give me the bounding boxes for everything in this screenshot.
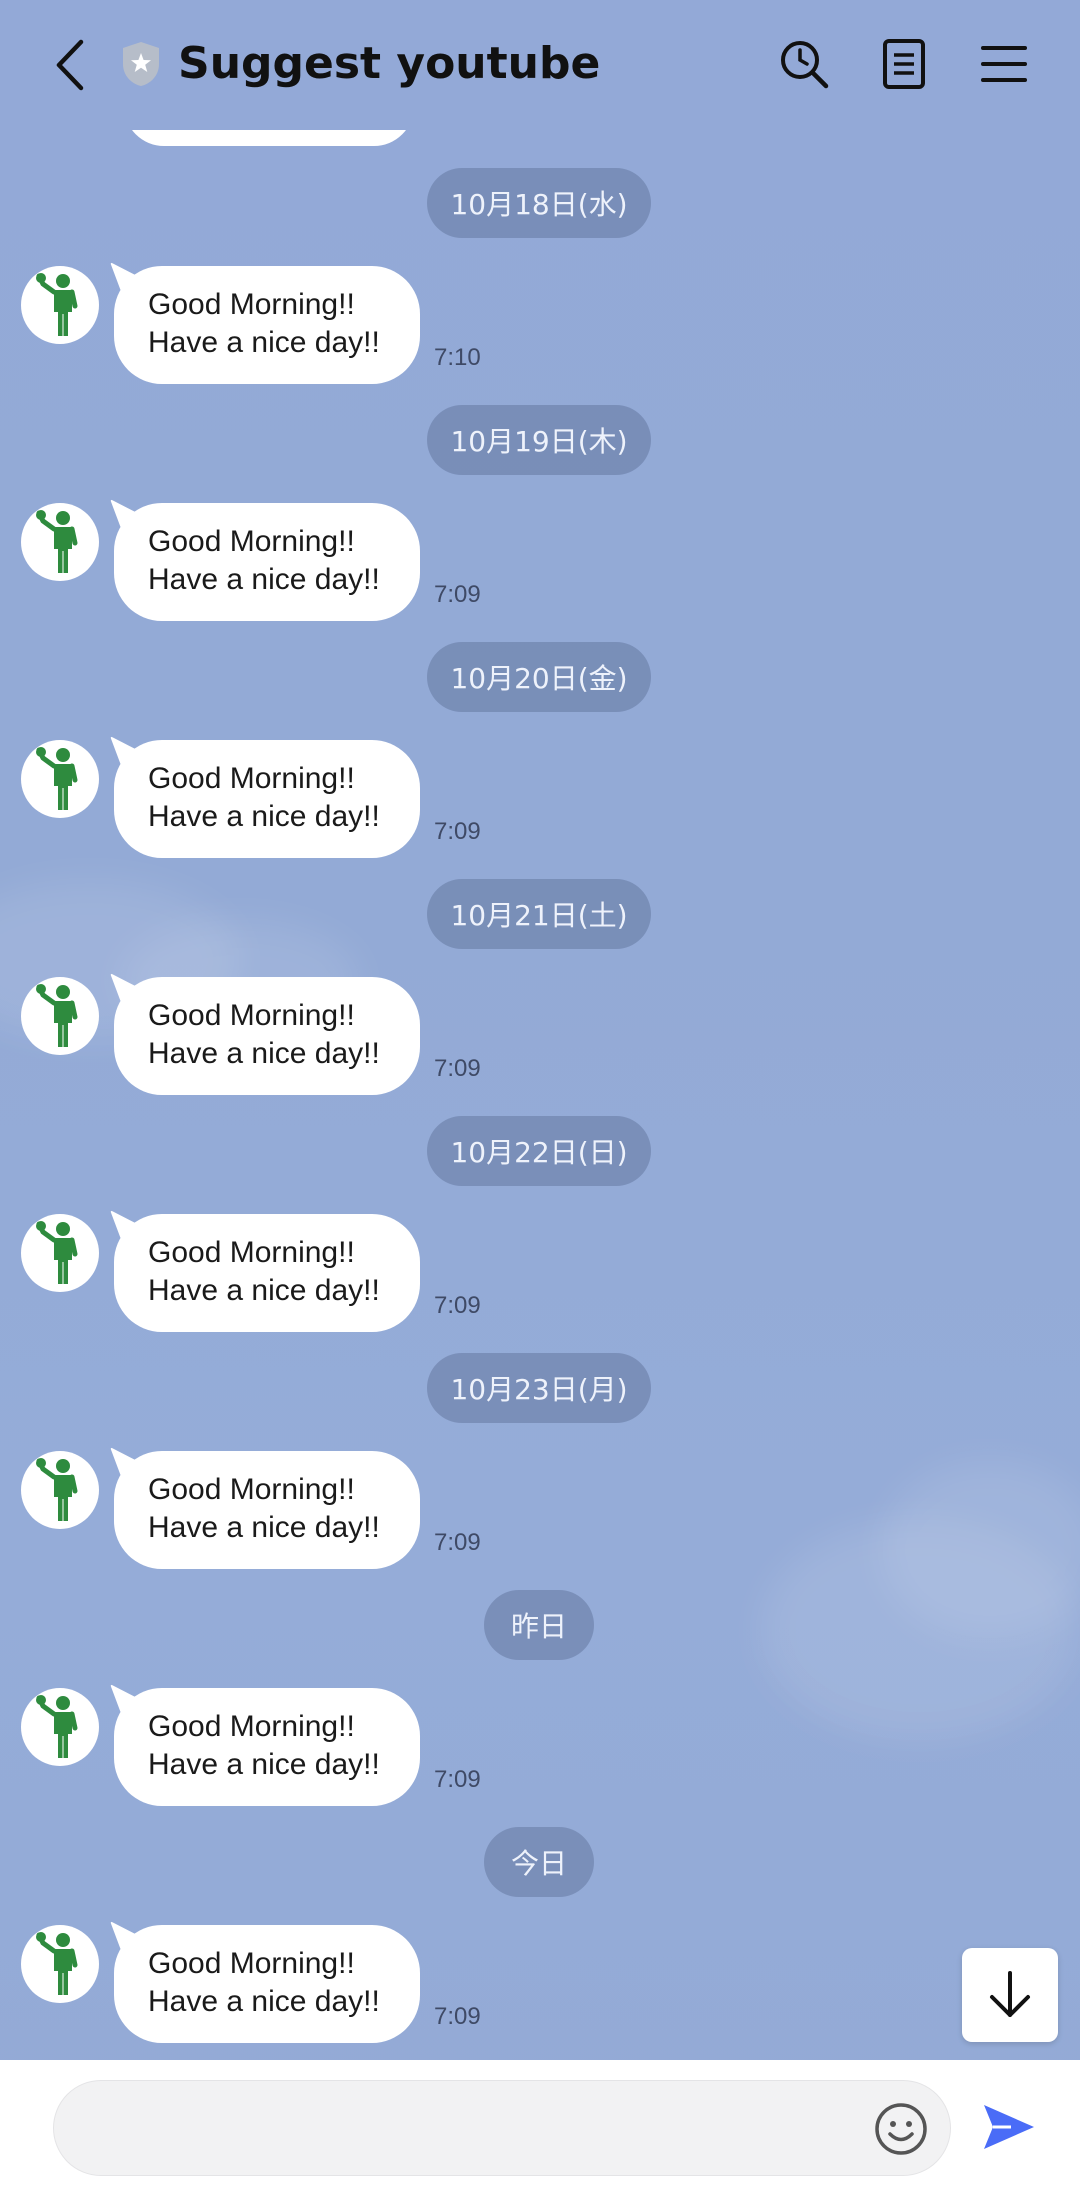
message-bubble[interactable]: Good Morning!! Have a nice day!!	[114, 1451, 420, 1569]
message-text-line: Have a nice day!!	[148, 800, 380, 833]
message-text-line: Have a nice day!!	[148, 1274, 380, 1307]
search-button[interactable]	[776, 36, 832, 92]
notes-icon	[883, 39, 925, 89]
message-timestamp: 7:09	[434, 1055, 481, 1082]
date-separator: 今日	[484, 1827, 594, 1897]
emoji-button[interactable]	[870, 2098, 932, 2160]
person-avatar-icon	[36, 1695, 78, 1758]
date-separator: 10月23日(月)	[427, 1353, 651, 1423]
message-text-line: Have a nice day!!	[148, 1037, 380, 1070]
date-separator: 昨日	[484, 1590, 594, 1660]
message-bubble[interactable]: Good Morning!! Have a nice day!!	[114, 977, 420, 1095]
message-text-line: Good Morning!!	[148, 1947, 355, 1980]
message-text-line: Have a nice day!!	[148, 563, 380, 596]
smiley-icon	[875, 2103, 927, 2155]
menu-button[interactable]	[976, 36, 1032, 92]
message-bubble[interactable]: Good Morning!! Have a nice day!!	[114, 1688, 420, 1806]
menu-icon	[981, 46, 1027, 82]
message-text-line: Have a nice day!!	[148, 1985, 380, 2018]
shield-star-icon	[123, 42, 159, 86]
person-avatar-icon	[36, 1932, 78, 1995]
message-text-line: Have a nice day!!	[148, 1511, 380, 1544]
person-avatar-icon	[36, 510, 78, 573]
message-bubble[interactable]: Good Morning!! Have a nice day!!	[114, 1214, 420, 1332]
sender-avatar[interactable]	[21, 1688, 99, 1766]
back-button[interactable]	[40, 30, 100, 100]
date-separator: 10月19日(木)	[427, 405, 651, 475]
message-text-line: Have a nice day!!	[148, 326, 380, 359]
message-text-line: Have a nice day!!	[148, 1748, 380, 1781]
person-avatar-icon	[36, 747, 78, 810]
person-avatar-icon	[36, 273, 78, 336]
date-separator: 10月21日(土)	[427, 879, 651, 949]
message-text-line: Good Morning!!	[148, 1473, 355, 1506]
message-text-line: Good Morning!!	[148, 1236, 355, 1269]
date-separator: 10月20日(金)	[427, 642, 651, 712]
message-timestamp: 7:09	[434, 818, 481, 845]
message-timestamp: 7:10	[434, 344, 481, 371]
message-text-line: Good Morning!!	[148, 525, 355, 558]
chat-title: Suggest youtube	[178, 38, 601, 89]
sender-avatar[interactable]	[21, 1925, 99, 2003]
sender-avatar[interactable]	[21, 503, 99, 581]
notes-button[interactable]	[876, 36, 932, 92]
message-bubble[interactable]: Good Morning!! Have a nice day!!	[114, 503, 420, 621]
message-bubble[interactable]: Good Morning!! Have a nice day!!	[114, 266, 420, 384]
person-avatar-icon	[36, 984, 78, 1047]
message-bubble[interactable]: Good Morning!! Have a nice day!!	[114, 740, 420, 858]
person-avatar-icon	[36, 1458, 78, 1521]
message-timestamp: 7:09	[434, 2003, 481, 2030]
send-icon	[984, 2105, 1034, 2149]
sender-avatar[interactable]	[21, 977, 99, 1055]
chevron-left-icon	[56, 39, 84, 91]
message-input-container[interactable]	[53, 2080, 951, 2176]
arrow-down-icon	[990, 1971, 1030, 2017]
search-icon	[781, 41, 829, 89]
message-text-line: Good Morning!!	[148, 1710, 355, 1743]
message-text-line: Good Morning!!	[148, 762, 355, 795]
chat-header: Suggest youtube	[0, 0, 1080, 130]
message-text-line: Good Morning!!	[148, 999, 355, 1032]
sender-avatar[interactable]	[21, 266, 99, 344]
send-button[interactable]	[976, 2094, 1042, 2160]
message-input[interactable]	[84, 2099, 878, 2161]
message-timestamp: 7:09	[434, 1766, 481, 1793]
message-timestamp: 7:09	[434, 1292, 481, 1319]
date-separator: 10月22日(日)	[427, 1116, 651, 1186]
date-separator: 10月18日(水)	[427, 168, 651, 238]
chat-screen: Suggest youtube 10月18日(水) Good Morning!!…	[0, 0, 1080, 2200]
person-avatar-icon	[36, 1221, 78, 1284]
message-text-line: Good Morning!!	[148, 288, 355, 321]
sender-avatar[interactable]	[21, 740, 99, 818]
sender-avatar[interactable]	[21, 1451, 99, 1529]
message-timestamp: 7:09	[434, 1529, 481, 1556]
sender-avatar[interactable]	[21, 1214, 99, 1292]
scroll-to-bottom-button[interactable]	[962, 1948, 1058, 2042]
message-bubble[interactable]: Good Morning!! Have a nice day!!	[114, 1925, 420, 2043]
message-timestamp: 7:09	[434, 581, 481, 608]
